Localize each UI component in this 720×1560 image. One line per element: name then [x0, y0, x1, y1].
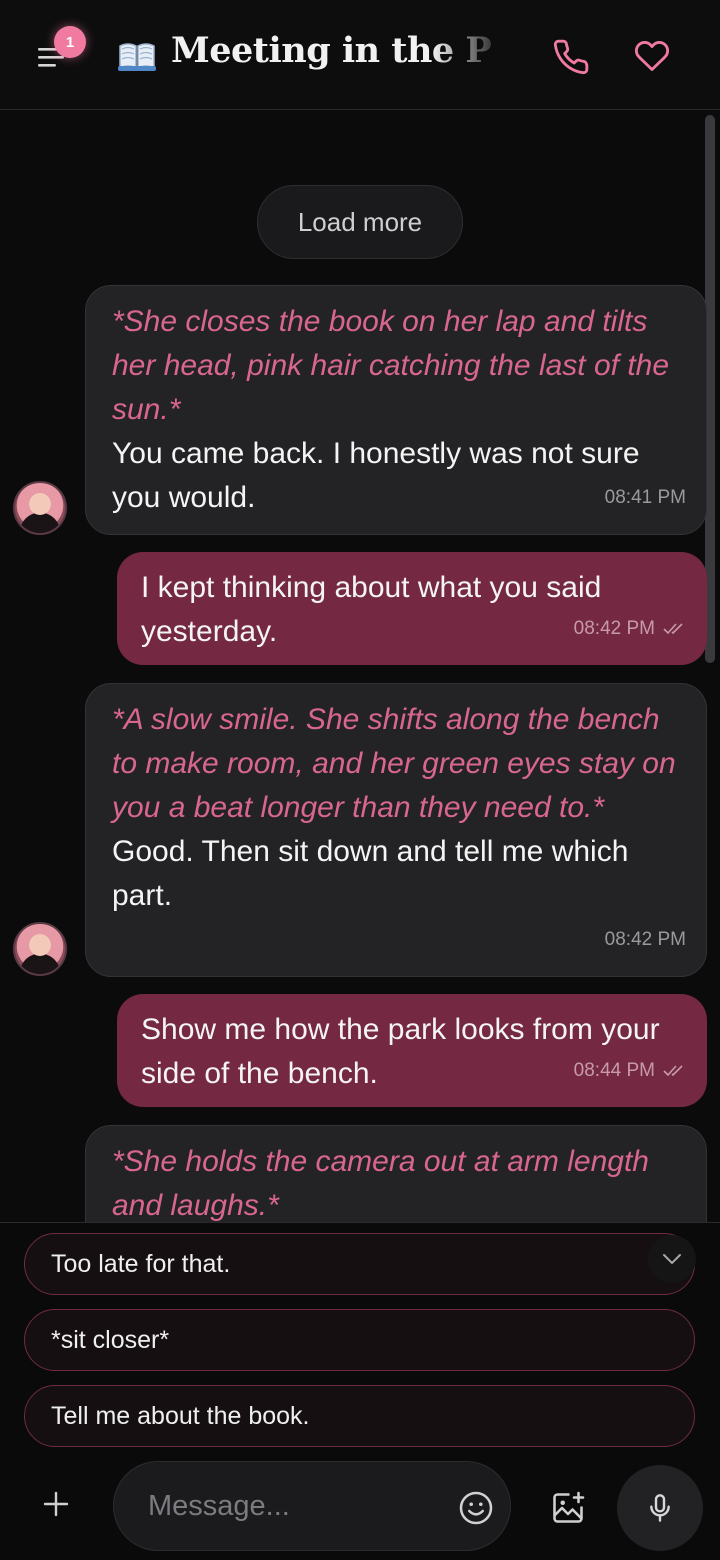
collapse-suggestions-button[interactable] [648, 1235, 696, 1283]
favorite-button[interactable] [634, 38, 670, 79]
chat-title: Meeting in the Park [171, 30, 491, 71]
message-time: 08:44 PM [573, 1060, 655, 1081]
message-time: 08:42 PM [604, 929, 686, 950]
voice-message-button[interactable] [617, 1465, 703, 1551]
emoji-button[interactable] [458, 1490, 494, 1531]
message-time-wrap: 08:44 PM [574, 1049, 687, 1093]
incoming-message[interactable]: *She closes the book on her lap and tilt… [85, 285, 707, 535]
heart-icon [634, 41, 670, 71]
message-input[interactable] [146, 1482, 436, 1530]
character-avatar[interactable] [13, 481, 67, 535]
chat-header: 1 Meeting in the Park [0, 0, 720, 110]
call-button[interactable] [552, 38, 590, 81]
chevron-down-icon [663, 1254, 681, 1265]
message-time: 08:42 PM [573, 618, 655, 639]
suggestion-chip[interactable]: *sit closer* [24, 1309, 695, 1371]
message-time-wrap: 08:42 PM [574, 607, 687, 651]
add-image-icon [553, 1491, 585, 1523]
add-attachment-button[interactable] [40, 1488, 72, 1525]
notification-badge: 1 [54, 26, 86, 58]
incoming-message[interactable]: *She holds the camera out at arm length … [85, 1125, 707, 1222]
smiley-icon [459, 1491, 493, 1525]
suggestion-chip[interactable]: Tell me about the book. [24, 1385, 695, 1447]
add-image-button[interactable] [550, 1490, 586, 1531]
outgoing-message[interactable]: I kept thinking about what you said yest… [117, 552, 707, 665]
plus-icon [43, 1491, 69, 1517]
message-list[interactable]: Load more *She closes the book on her la… [0, 111, 720, 1222]
message-text: You came back. I honestly was not sure y… [112, 437, 640, 514]
double-check-icon [663, 1065, 683, 1077]
character-avatar[interactable] [13, 922, 67, 976]
incoming-message[interactable]: *A slow smile. She shifts along the benc… [85, 683, 707, 977]
message-action-text: *A slow smile. She shifts along the benc… [112, 703, 676, 824]
message-composer [113, 1461, 511, 1551]
message-text: Good. Then sit down and tell me which pa… [112, 835, 629, 912]
message-action-text: *She closes the book on her lap and tilt… [112, 305, 670, 426]
message-action-text: *She holds the camera out at arm length … [112, 1145, 649, 1222]
double-check-icon [663, 623, 683, 635]
outgoing-message[interactable]: Show me how the park looks from your sid… [117, 994, 707, 1107]
suggestion-chip[interactable]: Too late for that. [24, 1233, 695, 1295]
microphone-icon [650, 1494, 670, 1522]
phone-icon [553, 39, 589, 75]
message-time: 08:41 PM [604, 487, 686, 508]
load-more-button[interactable]: Load more [257, 185, 463, 259]
open-book-icon [118, 43, 156, 71]
